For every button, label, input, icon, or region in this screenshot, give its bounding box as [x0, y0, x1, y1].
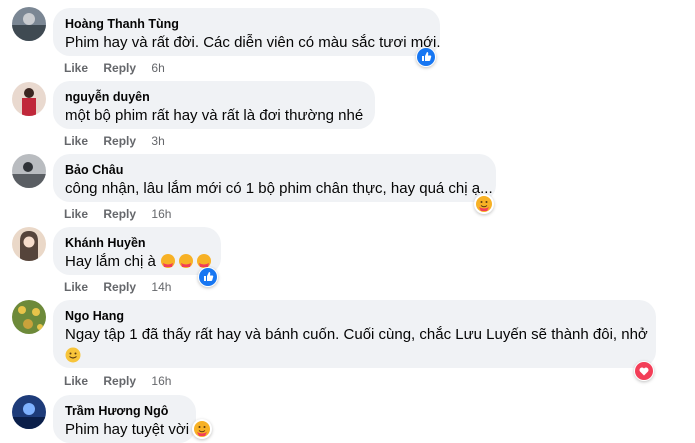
comment-text: Ngay tập 1 đã thấy rất hay và bánh cuốn.… — [65, 326, 648, 343]
reply-link[interactable]: Reply — [103, 280, 136, 294]
reply-link[interactable]: Reply — [103, 134, 136, 148]
like-link[interactable]: Like — [64, 374, 88, 388]
care-hug-icon — [476, 196, 492, 212]
reaction-badge[interactable] — [474, 194, 494, 214]
commenter-name[interactable]: Hoàng Thanh Tùng — [65, 16, 428, 32]
comment-bubble: Hoàng Thanh Tùng Phim hay và rất đời. Cá… — [53, 8, 441, 56]
comment-actions: Like Reply 3h — [64, 134, 177, 148]
commenter-name[interactable]: Ngo Hang — [65, 308, 644, 324]
avatar[interactable] — [12, 227, 46, 261]
heart-icon — [635, 362, 653, 380]
timestamp[interactable]: 3h — [151, 134, 164, 148]
comment-actions: Like Reply 6h — [64, 61, 177, 75]
comment-text: Phim hay và rất đời. Các diễn viên có mà… — [65, 34, 441, 51]
comment-bubble: Trầm Hương Ngô Phim hay tuyệt vời — [53, 395, 196, 443]
comment-text-content: Hay lắm chị à — [65, 253, 156, 270]
comment-bubble: nguyễn duyên một bộ phim rất hay và rất … — [53, 81, 375, 129]
reply-link[interactable]: Reply — [103, 207, 136, 221]
care-hug-icon — [194, 421, 210, 437]
reaction-badge[interactable] — [192, 419, 212, 439]
reaction-badge[interactable] — [416, 47, 436, 67]
comment-actions: Like Reply 16h — [64, 374, 183, 388]
like-link[interactable]: Like — [64, 280, 88, 294]
avatar[interactable] — [12, 154, 46, 188]
avatar[interactable] — [12, 82, 46, 116]
avatar[interactable] — [12, 300, 46, 334]
timestamp[interactable]: 16h — [151, 374, 171, 388]
commenter-name[interactable]: nguyễn duyên — [65, 89, 363, 105]
comment-text: công nhận, lâu lắm mới có 1 bộ phim chân… — [65, 180, 493, 197]
comment-actions: Like Reply 16h — [64, 207, 183, 221]
comment-text: một bộ phim rất hay và rất là đơi thường… — [65, 107, 364, 124]
like-link[interactable]: Like — [64, 61, 88, 75]
thumbs-up-icon — [417, 48, 435, 66]
comment-actions: Like Reply 14h — [64, 280, 183, 294]
timestamp[interactable]: 14h — [151, 280, 171, 294]
comment-bubble: Bảo Châu công nhận, lâu lắm mới có 1 bộ … — [53, 154, 496, 202]
avatar[interactable] — [12, 7, 46, 41]
comment-bubble: Khánh Huyền Hay lắm chị à — [53, 227, 221, 275]
timestamp[interactable]: 16h — [151, 207, 171, 221]
comment-text-emoji-line — [65, 345, 644, 366]
comment-text: Phim hay tuyệt vời — [65, 421, 190, 438]
avatar[interactable] — [12, 395, 46, 429]
reaction-badge[interactable] — [634, 361, 654, 381]
reply-link[interactable]: Reply — [103, 61, 136, 75]
comment-bubble: Ngo Hang Ngay tập 1 đã thấy rất hay và b… — [53, 300, 656, 368]
like-link[interactable]: Like — [64, 134, 88, 148]
commenter-name[interactable]: Bảo Châu — [65, 162, 484, 178]
commenter-name[interactable]: Khánh Huyền — [65, 235, 209, 251]
thumbs-up-icon — [199, 268, 217, 286]
reply-link[interactable]: Reply — [103, 374, 136, 388]
reaction-badge[interactable] — [198, 267, 218, 287]
smiling-face-icon — [65, 347, 81, 363]
comment-text: Hay lắm chị à — [65, 251, 212, 275]
timestamp[interactable]: 6h — [151, 61, 164, 75]
commenter-name[interactable]: Trầm Hương Ngô — [65, 403, 184, 419]
like-link[interactable]: Like — [64, 207, 88, 221]
